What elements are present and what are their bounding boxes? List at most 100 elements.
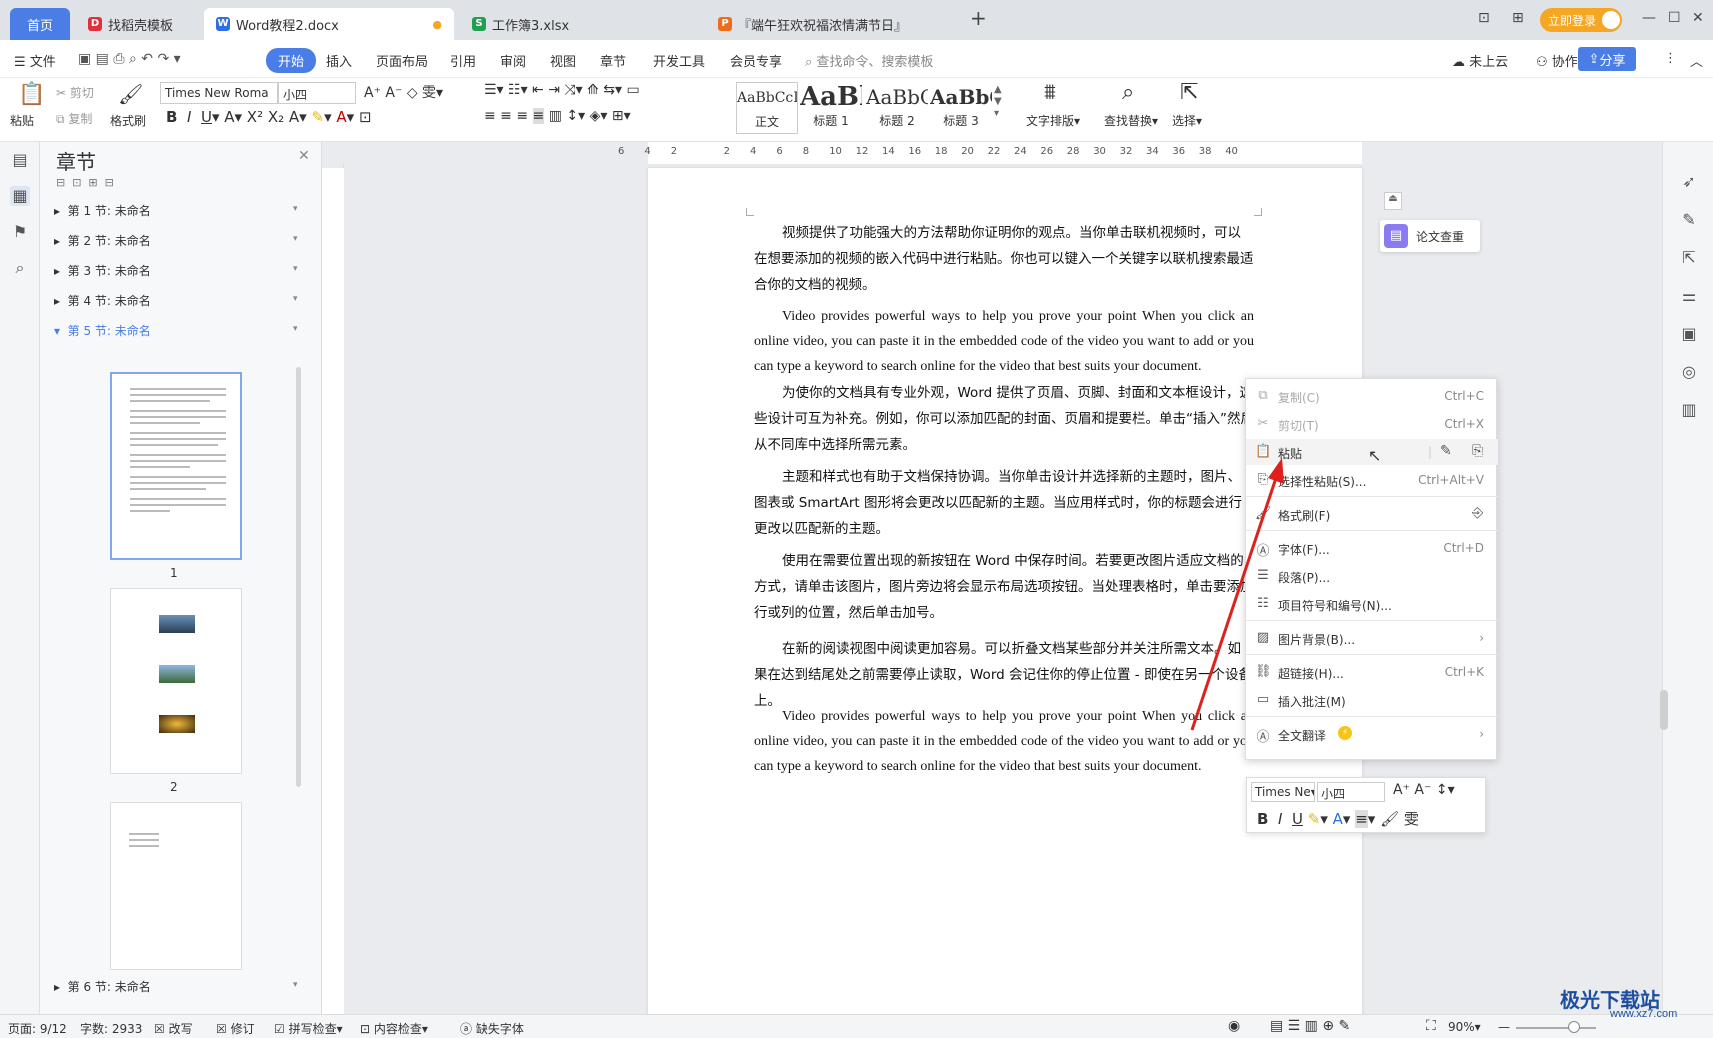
- style-heading-2[interactable]: AaBbC 标题 2: [866, 82, 928, 134]
- font-size-select[interactable]: 小四: [278, 82, 356, 104]
- bookmark-icon[interactable]: ⚑: [10, 222, 30, 242]
- zoom-level[interactable]: 90%▾: [1448, 1020, 1481, 1034]
- rocket-icon[interactable]: ➶: [1679, 172, 1699, 192]
- cut-button[interactable]: ✂ 剪切: [56, 84, 94, 101]
- select-button[interactable]: 选择▾: [1172, 112, 1202, 129]
- eye-icon[interactable]: ◉: [1228, 1018, 1240, 1034]
- collab-button[interactable]: ⚇ 协作: [1536, 51, 1578, 70]
- overwrite-toggle[interactable]: ☒ 改写: [154, 1020, 193, 1037]
- search-icon[interactable]: ⌕: [10, 258, 30, 278]
- paragraph[interactable]: Video provides powerful ways to help you…: [754, 704, 1254, 779]
- paste-format-icon[interactable]: ⎘: [1472, 443, 1483, 459]
- section-item-active[interactable]: ▾ 第 5 节: 未命名: [54, 322, 151, 339]
- chevron-down-icon[interactable]: ▾: [293, 980, 298, 990]
- paragraph[interactable]: 为使你的文档具有专业外观，Word 提供了页眉、页脚、封面和文本框设计，这些设计…: [754, 380, 1254, 458]
- more-icon[interactable]: ⋮: [1664, 51, 1677, 66]
- align-icons[interactable]: ≡ ≡ ≡ ≡ ▥ ↕▾ ◈▾ ⊞▾: [484, 108, 631, 124]
- section-item[interactable]: ▸ 第 2 节: 未命名: [54, 232, 151, 249]
- paragraph[interactable]: Video provides powerful ways to help you…: [754, 304, 1254, 379]
- menu-tab-review[interactable]: 审阅: [500, 51, 526, 70]
- pointer-icon[interactable]: ⇱: [1679, 248, 1699, 268]
- menu-item-copy[interactable]: ⧉ 复制(C) Ctrl+C: [1246, 383, 1498, 409]
- paragraph[interactable]: 使用在需要位置出现的新按钮在 Word 中保存时间。若要更改图片适应文档的方式，…: [754, 548, 1254, 626]
- panel-scrollbar[interactable]: [296, 367, 301, 787]
- paste-icon[interactable]: 📋: [18, 82, 45, 107]
- chevron-down-icon[interactable]: ▾: [293, 264, 298, 274]
- tab-word-doc[interactable]: W Word教程2.docx ●: [204, 8, 454, 40]
- zoom-slider-track[interactable]: [1516, 1027, 1596, 1029]
- menu-tab-developer[interactable]: 开发工具: [653, 51, 705, 70]
- vertical-ruler[interactable]: [322, 164, 344, 1022]
- new-tab-icon[interactable]: +: [970, 6, 987, 30]
- chevron-down-icon[interactable]: ▾: [293, 324, 298, 334]
- sliders-icon[interactable]: ⚌: [1679, 286, 1699, 306]
- style-heading-1[interactable]: AaBl 标题 1: [800, 82, 862, 134]
- collapse-ribbon-icon[interactable]: ︿: [1690, 51, 1703, 70]
- location-icon[interactable]: ◎: [1679, 362, 1699, 382]
- missing-font[interactable]: ⓐ 缺失字体: [460, 1020, 524, 1037]
- paste-keep-text-icon[interactable]: ✎: [1440, 443, 1452, 459]
- menu-tab-section[interactable]: 章节: [600, 51, 626, 70]
- menu-item-cut[interactable]: ✂ 剪切(T) Ctrl+X: [1246, 411, 1498, 437]
- collapse-float-icon[interactable]: ⏏: [1384, 192, 1402, 210]
- maximize-icon[interactable]: ☐: [1668, 10, 1681, 26]
- section-item[interactable]: ▸ 第 4 节: 未命名: [54, 292, 151, 309]
- document-scrollbar[interactable]: [1660, 690, 1668, 730]
- text-layout-icon[interactable]: ⩩: [1044, 80, 1056, 105]
- menu-tab-references[interactable]: 引用: [450, 51, 476, 70]
- font-tools-icons[interactable]: A⁺ A⁻ ◇ 雯▾: [364, 82, 443, 102]
- view-mode-icons[interactable]: ▤ ☰ ▥ ⊕ ✎: [1270, 1018, 1350, 1034]
- pen-icon[interactable]: ✎: [1679, 210, 1699, 230]
- book-icon[interactable]: ▥: [1679, 400, 1699, 420]
- style-scroll-icon[interactable]: ▲ ▼ ▾: [994, 84, 1002, 120]
- section-item[interactable]: ▸ 第 6 节: 未命名: [54, 978, 151, 995]
- image-tool-icon[interactable]: ▣: [1679, 324, 1699, 344]
- mini-font-select[interactable]: Times Ne▾: [1251, 782, 1315, 802]
- cursor-icon[interactable]: ⇱: [1180, 80, 1198, 105]
- cloud-status[interactable]: ☁ 未上云: [1452, 51, 1508, 70]
- tab-home[interactable]: 首页: [10, 8, 70, 40]
- file-menu[interactable]: ☰ 文件: [14, 51, 56, 70]
- word-count[interactable]: 字数: 2933: [80, 1020, 142, 1037]
- page-indicator[interactable]: 页面: 9/12: [8, 1020, 67, 1037]
- minimize-icon[interactable]: —: [1642, 10, 1656, 26]
- list-icons[interactable]: ☰▾ ☷▾ ⇤ ⇥ ⤨▾ ⟰ ⇆▾ ▭: [484, 82, 640, 98]
- chevron-down-icon[interactable]: ▾: [293, 204, 298, 214]
- close-icon[interactable]: ✕: [1692, 10, 1704, 26]
- format-painter-icon[interactable]: 🖌: [118, 82, 143, 106]
- chapter-nav-icon[interactable]: ▦: [10, 186, 30, 206]
- mini-size-select[interactable]: 小四: [1317, 782, 1385, 802]
- paper-check-button[interactable]: ▤ 论文查重: [1380, 220, 1480, 252]
- zoom-out-icon[interactable]: —: [1498, 1020, 1510, 1034]
- copy-button[interactable]: ⧉ 复制: [56, 110, 92, 127]
- command-search[interactable]: ⌕ 查找命令、搜索模板: [805, 51, 933, 70]
- grid-icon[interactable]: ⊞: [1512, 10, 1524, 26]
- menu-tab-member[interactable]: 会员专享: [730, 51, 782, 70]
- format-painter-button[interactable]: 格式刷: [110, 112, 146, 129]
- section-item[interactable]: ▸ 第 3 节: 未命名: [54, 262, 151, 279]
- content-check[interactable]: ⊡ 内容检查▾: [360, 1020, 428, 1037]
- format-painter-pin-icon[interactable]: ⎆: [1472, 505, 1483, 521]
- paragraph[interactable]: 主题和样式也有助于文档保持协调。当你单击设计并选择新的主题时，图片、图表或 Sm…: [754, 464, 1254, 542]
- paste-button[interactable]: 粘贴: [10, 112, 34, 129]
- find-replace-icon[interactable]: ⌕: [1122, 80, 1134, 105]
- mini-size-tools-icons[interactable]: A⁺ A⁻ ↕▾: [1393, 782, 1455, 798]
- fit-page-icon[interactable]: ⛶: [1426, 1018, 1436, 1034]
- menu-tab-layout[interactable]: 页面布局: [376, 51, 428, 70]
- track-changes-toggle[interactable]: ☒ 修订: [216, 1020, 255, 1037]
- panel-tool-icons[interactable]: ⊟ ⊡ ⊞ ⊟: [56, 176, 114, 189]
- paragraph[interactable]: 视频提供了功能强大的方法帮助你证明你的观点。当你单击联机视频时，可以在想要添加的…: [754, 220, 1254, 298]
- close-panel-icon[interactable]: ✕: [298, 148, 310, 164]
- style-normal[interactable]: AaBbCcI 正文: [736, 82, 798, 134]
- text-layout-button[interactable]: 文字排版▾: [1026, 112, 1080, 129]
- page-thumbnail[interactable]: [110, 588, 242, 774]
- tab-ppt[interactable]: P 『端午狂欢祝福浓情满节日』: [706, 8, 958, 40]
- horizontal-ruler[interactable]: 6 4 2 2 4 6 8 10 12 14 16 18 20 22 24 26 28 30 32 34 36 38 40: [322, 142, 1662, 164]
- section-item[interactable]: ▸ 第 1 节: 未命名: [54, 202, 151, 219]
- tab-template[interactable]: D 找稻壳模板: [76, 8, 198, 40]
- share-button[interactable]: ⇪ 分享: [1578, 47, 1636, 71]
- chevron-down-icon[interactable]: ▾: [293, 234, 298, 244]
- zoom-slider-thumb[interactable]: [1568, 1021, 1580, 1033]
- paragraph[interactable]: 在新的阅读视图中阅读更加容易。可以折叠文档某些部分并关注所需文本。如果在达到结尾…: [754, 636, 1254, 714]
- text-style-icons[interactable]: B I U▾ A▾ X² X₂ A▾ ✎▾ A▾ ⊡: [166, 108, 372, 126]
